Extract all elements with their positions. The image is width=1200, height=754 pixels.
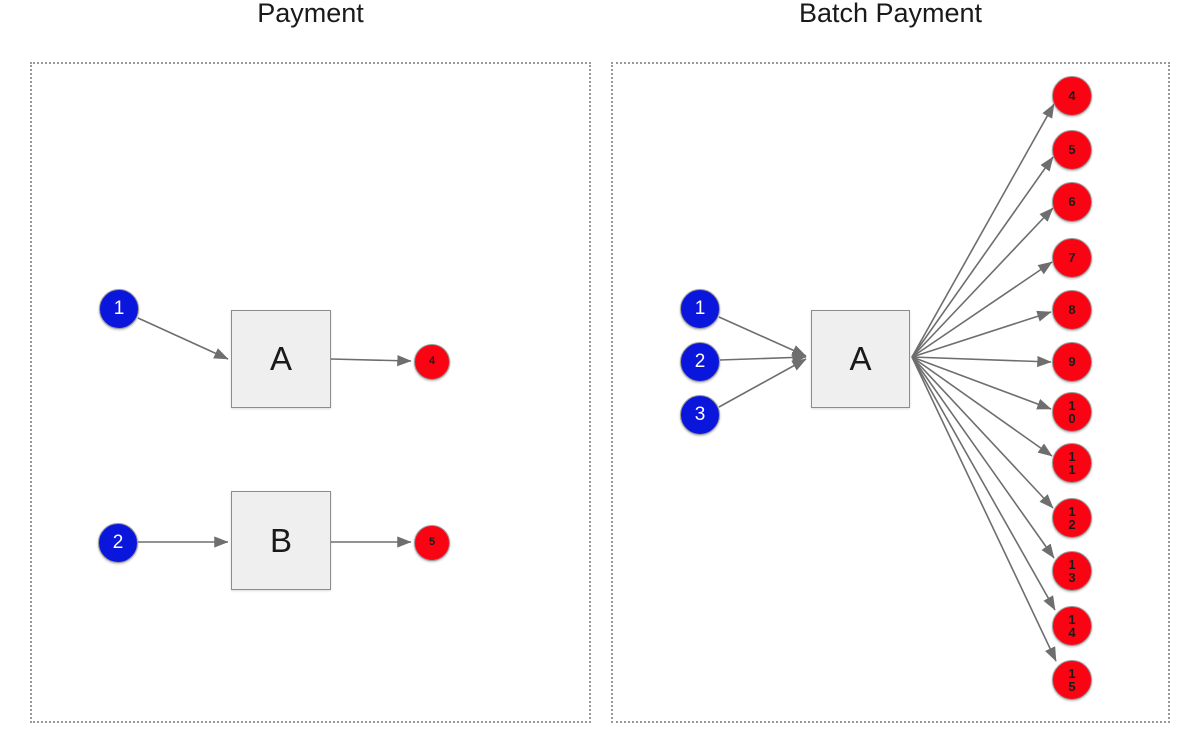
panel-title-payment: Payment [257, 0, 364, 28]
sink-node-5[interactable]: 5 [414, 525, 450, 561]
sink-node-12[interactable]: 12 [1052, 498, 1092, 538]
sink-node-15[interactable]: 15 [1052, 660, 1092, 700]
node-label: 1 [694, 298, 706, 319]
sink-node-10[interactable]: 10 [1052, 392, 1092, 432]
diagram-canvas: Payment Batch Payment 12AB45123A45678910… [0, 0, 1200, 754]
node-label-digit: 3 [1068, 570, 1076, 585]
node-label: 5 [1068, 142, 1076, 158]
process-box-A[interactable]: A [811, 310, 910, 408]
node-label: 6 [1068, 194, 1076, 210]
sink-node-5[interactable]: 5 [1052, 130, 1092, 170]
process-box-label: A [269, 340, 292, 377]
sink-node-4[interactable]: 4 [1052, 76, 1092, 116]
node-label: 4 [1068, 88, 1076, 104]
sink-node-11[interactable]: 11 [1052, 443, 1092, 483]
process-box-label: A [849, 340, 872, 377]
process-box-B[interactable]: B [231, 491, 331, 590]
node-label: 14 [1068, 613, 1075, 640]
node-label-digit: 4 [1068, 625, 1076, 640]
node-label: 2 [112, 532, 124, 553]
node-label: 5 [428, 536, 436, 549]
source-node-1[interactable]: 1 [99, 289, 139, 329]
sink-node-14[interactable]: 14 [1052, 606, 1092, 646]
node-label-digit: 2 [1068, 517, 1076, 532]
node-label: 12 [1068, 505, 1075, 532]
sink-node-6[interactable]: 6 [1052, 182, 1092, 222]
process-box-label: B [269, 521, 292, 559]
process-box-A[interactable]: A [231, 310, 331, 408]
node-label: 7 [1068, 250, 1076, 266]
source-node-2[interactable]: 2 [98, 523, 138, 563]
sink-node-7[interactable]: 7 [1052, 238, 1092, 278]
sink-node-8[interactable]: 8 [1052, 290, 1092, 330]
node-label: 9 [1068, 354, 1076, 370]
node-label: 15 [1068, 667, 1075, 694]
node-label: 10 [1068, 399, 1075, 426]
node-label-digit: 1 [1068, 462, 1076, 477]
sink-node-13[interactable]: 13 [1052, 551, 1092, 591]
source-node-3[interactable]: 3 [680, 395, 720, 435]
node-label: 1 [113, 298, 125, 319]
source-node-1[interactable]: 1 [680, 289, 720, 329]
node-label: 8 [1068, 302, 1076, 318]
sink-node-4[interactable]: 4 [414, 344, 450, 380]
source-node-2[interactable]: 2 [680, 342, 720, 382]
node-label: 3 [694, 404, 706, 425]
node-label-digit: 5 [1068, 679, 1076, 694]
node-label: 4 [428, 355, 436, 368]
node-label-digit: 0 [1068, 411, 1076, 426]
node-label: 13 [1068, 558, 1075, 585]
sink-node-9[interactable]: 9 [1052, 342, 1092, 382]
node-label: 2 [694, 351, 706, 372]
panel-title-batch-payment: Batch Payment [798, 0, 983, 28]
node-label: 11 [1068, 450, 1075, 477]
